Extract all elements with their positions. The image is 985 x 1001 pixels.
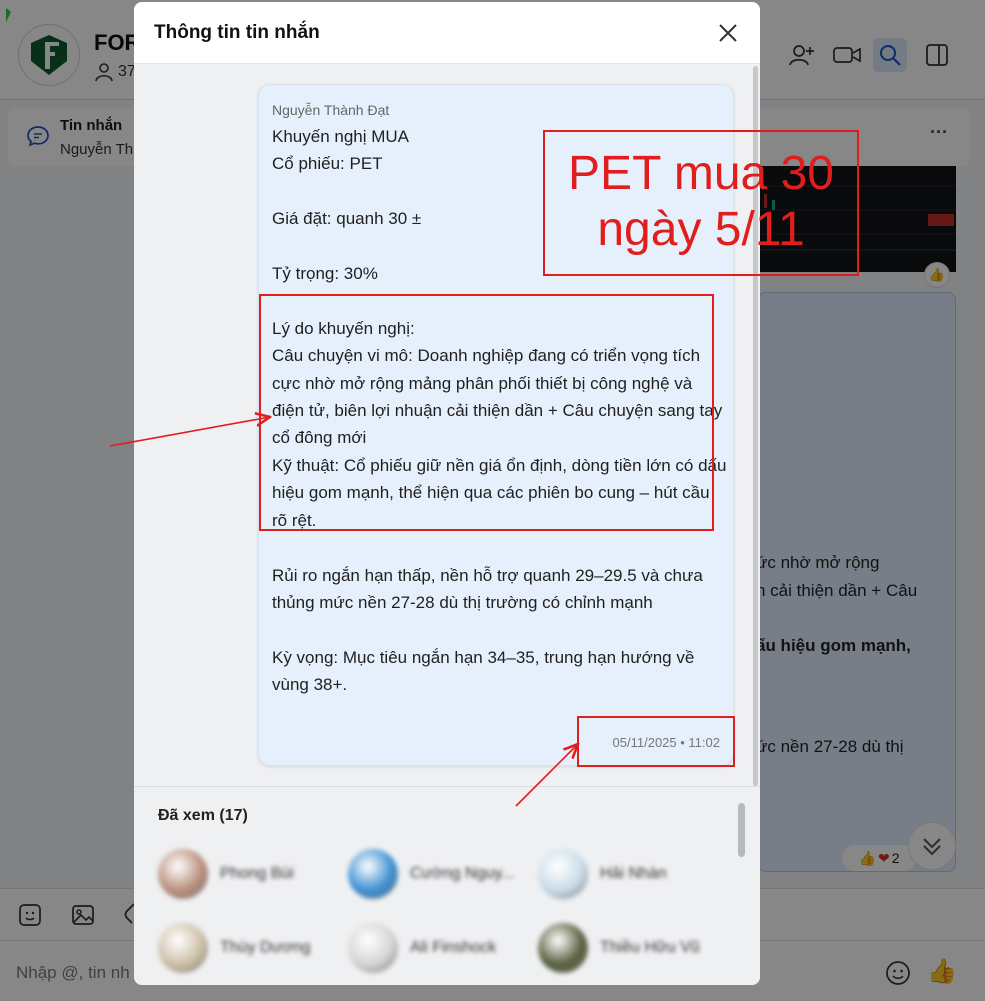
seen-by-section: Đã xem (17) Phong Bùi Cường Nguy... Hải Nh… [134, 786, 760, 985]
viewer-item[interactable]: Thiều Hữu Vũ [538, 921, 718, 975]
seen-scrollbar[interactable] [738, 803, 745, 857]
viewer-avatar [538, 923, 588, 973]
modal-header: Thông tin tin nhắn [134, 2, 760, 64]
viewer-name: Thùy Dương [220, 939, 311, 956]
mouse-cursor-icon [6, 8, 11, 22]
viewer-avatar [158, 849, 208, 899]
annotation-line-1: PET mua 30 [568, 147, 834, 200]
annotation-note: PET mua 30 ngày 5/11 [543, 130, 859, 276]
viewer-avatar [538, 849, 588, 899]
viewer-item[interactable]: Thùy Dương [158, 921, 338, 975]
viewer-item[interactable]: Phong Bùi [158, 847, 338, 901]
modal-title: Thông tin tin nhắn [154, 22, 320, 43]
viewer-item[interactable]: Cường Nguy... [348, 847, 528, 901]
viewer-item[interactable]: Ali Finshock [348, 921, 528, 975]
viewer-avatar [348, 849, 398, 899]
viewer-name: Ali Finshock [410, 939, 497, 956]
message-sender: Nguyễn Thành Đạt [272, 102, 390, 118]
seen-title: Đã xem (17) [158, 807, 248, 824]
annotation-line-2: ngày 5/11 [597, 203, 805, 256]
viewer-name: Phong Bùi [220, 865, 294, 882]
viewer-name: Cường Nguy... [410, 865, 515, 882]
highlight-reason-box [259, 294, 714, 531]
close-button[interactable] [714, 19, 742, 47]
viewer-item[interactable]: Hải Nhàn [538, 847, 718, 901]
viewer-avatar [348, 923, 398, 973]
highlight-timestamp-box [577, 716, 735, 767]
viewer-name: Hải Nhàn [600, 865, 667, 882]
viewer-avatar [158, 923, 208, 973]
viewer-name: Thiều Hữu Vũ [600, 939, 700, 956]
close-icon [719, 24, 737, 42]
